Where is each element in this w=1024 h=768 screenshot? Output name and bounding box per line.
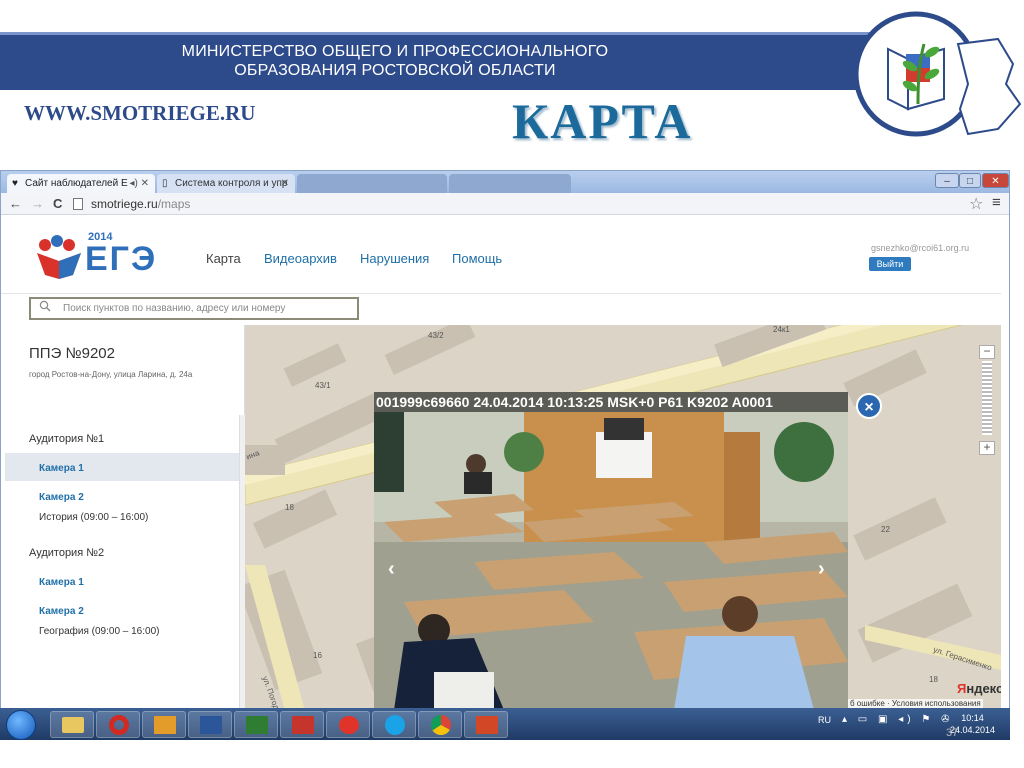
address-path: /maps [157, 197, 191, 211]
chrome-icon[interactable] [418, 711, 462, 738]
address-bar[interactable]: smotriege.ru/maps [73, 195, 968, 213]
search-input[interactable]: Поиск пунктов по названию, адресу или но… [29, 297, 359, 320]
page-icon [73, 198, 83, 210]
map-label: 43/1 [315, 381, 331, 390]
excel-icon[interactable] [234, 711, 278, 738]
nav-violations[interactable]: Нарушения [360, 251, 429, 266]
map-label: 43/2 [428, 331, 444, 340]
close-video-button[interactable]: × [856, 393, 882, 419]
start-button[interactable] [6, 710, 36, 740]
tab-label: Система контроля и упр [175, 178, 288, 189]
yandex-logo-rest: ндекс [966, 681, 1001, 696]
bookmark-star-icon[interactable]: ☆ [969, 194, 983, 214]
auditorium-1-subject: История (09:00 – 16:00) [39, 512, 149, 523]
ministry-line-1: МИНИСТЕРСТВО ОБЩЕГО И ПРОФЕССИОНАЛЬНОГО [181, 43, 609, 60]
search-row: Поиск пунктов по названию, адресу или но… [1, 295, 1001, 325]
prev-camera-icon[interactable]: ‹ [388, 558, 395, 581]
tab-bar: ♥ Сайт наблюдателей Е ◂) ✕ ▯ Система кон… [1, 171, 1009, 193]
map-label: 22 [881, 525, 890, 534]
skype-icon[interactable] [372, 711, 416, 738]
auditorium-1-camera-2[interactable]: Камера 2 [39, 492, 84, 503]
maximize-button[interactable]: □ [959, 173, 981, 188]
ppe-title: ППЭ №9202 [29, 345, 115, 362]
auditorium-2-camera-2[interactable]: Камера 2 [39, 606, 84, 617]
tray-icons[interactable]: ▴ ▭ ▣ ◂) ⚑ ✇ [842, 714, 954, 725]
slide-page-number: 37 [946, 727, 959, 739]
ppe-address: город Ростов-на-Дону, улица Ларина, д. 2… [29, 370, 193, 379]
map-label: 18 [285, 503, 294, 512]
page-icon: ▯ [162, 178, 168, 189]
logo-text: ЕГЭ [85, 240, 158, 278]
close-icon[interactable]: ◂) ✕ [129, 174, 149, 193]
video-timestamp-overlay: 001999c69660 24.04.2014 10:13:25 MSK+0 P… [374, 392, 848, 412]
site-url-caption: WWW.SMOTRIEGE.RU [24, 101, 256, 125]
map-label: 24к1 [773, 325, 790, 334]
clock-time: 10:14 [961, 713, 984, 723]
ege-logo[interactable]: 2014 ЕГЭ [33, 231, 163, 281]
browser-toolbar: ← → C smotriege.ru/maps ☆ ≡ [1, 193, 1009, 215]
tab-label: Сайт наблюдателей Е [25, 178, 128, 189]
minimize-button[interactable]: – [935, 173, 959, 188]
menu-icon[interactable]: ≡ [992, 194, 1001, 211]
powerpoint-icon[interactable] [464, 711, 508, 738]
next-camera-icon[interactable]: › [818, 558, 825, 581]
tab-blurred[interactable] [449, 174, 571, 193]
camera-video-frame[interactable]: ‹ › [374, 392, 848, 710]
zoom-slider[interactable] [982, 361, 992, 435]
ministry-line-2: ОБРАЗОВАНИЯ РОСТОВСКОЙ ОБЛАСТИ [234, 62, 556, 79]
nav-video-archive[interactable]: Видеоархив [264, 251, 337, 266]
auditorium-1-camera-1[interactable]: Камера 1 [39, 463, 84, 474]
media-app-icon[interactable] [326, 711, 370, 738]
auditorium-2-subject: География (09:00 – 16:00) [39, 626, 160, 637]
auditorium-1-title: Аудитория №1 [29, 433, 105, 445]
search-placeholder: Поиск пунктов по названию, адресу или но… [63, 303, 286, 314]
close-window-button[interactable]: ✕ [982, 173, 1009, 188]
language-indicator[interactable]: RU [818, 715, 831, 725]
ministry-title: МИНИСТЕРСТВО ОБЩЕГО И ПРОФЕССИОНАЛЬНОГО … [0, 42, 790, 80]
yandex-logo: Яндекс [957, 681, 1001, 696]
tab-control-system[interactable]: ▯ Система контроля и упр ✕ [157, 174, 295, 193]
auditorium-2-camera-1[interactable]: Камера 1 [39, 577, 84, 588]
ege-favicon-icon: ♥ [12, 178, 18, 189]
map-zoom-control[interactable]: − + [979, 345, 995, 455]
ppe-panel: ППЭ №9202 город Ростов-на-Дону, улица Ла… [1, 325, 245, 709]
user-email: gsnezhko@rcoi61.org.ru [871, 243, 970, 253]
word-icon[interactable] [188, 711, 232, 738]
search-icon [39, 300, 51, 312]
zoom-in-icon[interactable]: + [979, 441, 995, 455]
map-footer-links[interactable]: б ошибке · Условия использования [848, 699, 983, 708]
tab-observers-site[interactable]: ♥ Сайт наблюдателей Е ◂) ✕ [7, 174, 155, 193]
back-arrow-icon[interactable]: ← [9, 195, 22, 213]
slide-title: КАРТА [512, 93, 693, 149]
close-icon[interactable]: ✕ [281, 174, 289, 193]
yandex-logo-ya: Я [957, 681, 967, 696]
pdf-icon[interactable] [280, 711, 324, 738]
map-label: 16 [313, 651, 322, 660]
opera-icon[interactable] [96, 711, 140, 738]
outlook-icon[interactable] [142, 711, 186, 738]
zoom-out-icon[interactable]: − [979, 345, 995, 359]
nav-help[interactable]: Помощь [452, 251, 502, 266]
auditorium-2-title: Аудитория №2 [29, 547, 105, 559]
ministry-logo [848, 4, 1024, 144]
explorer-icon[interactable] [50, 711, 94, 738]
forward-arrow-icon[interactable]: → [31, 195, 44, 213]
address-host: smotriege.ru [91, 197, 158, 211]
classroom-video-image [374, 392, 848, 710]
logout-button[interactable]: Выйти [869, 257, 911, 271]
tab-blurred[interactable] [297, 174, 447, 193]
map-label: 18 [929, 675, 938, 684]
site-header: 2014 ЕГЭ Карта Видеоархив Нарушения Помо… [1, 216, 1001, 294]
reload-icon[interactable]: C [53, 195, 62, 213]
windows-taskbar: RU ▴ ▭ ▣ ◂) ⚑ ✇ 10:14 24.04.2014 [0, 708, 1010, 740]
nav-map[interactable]: Карта [206, 251, 241, 266]
